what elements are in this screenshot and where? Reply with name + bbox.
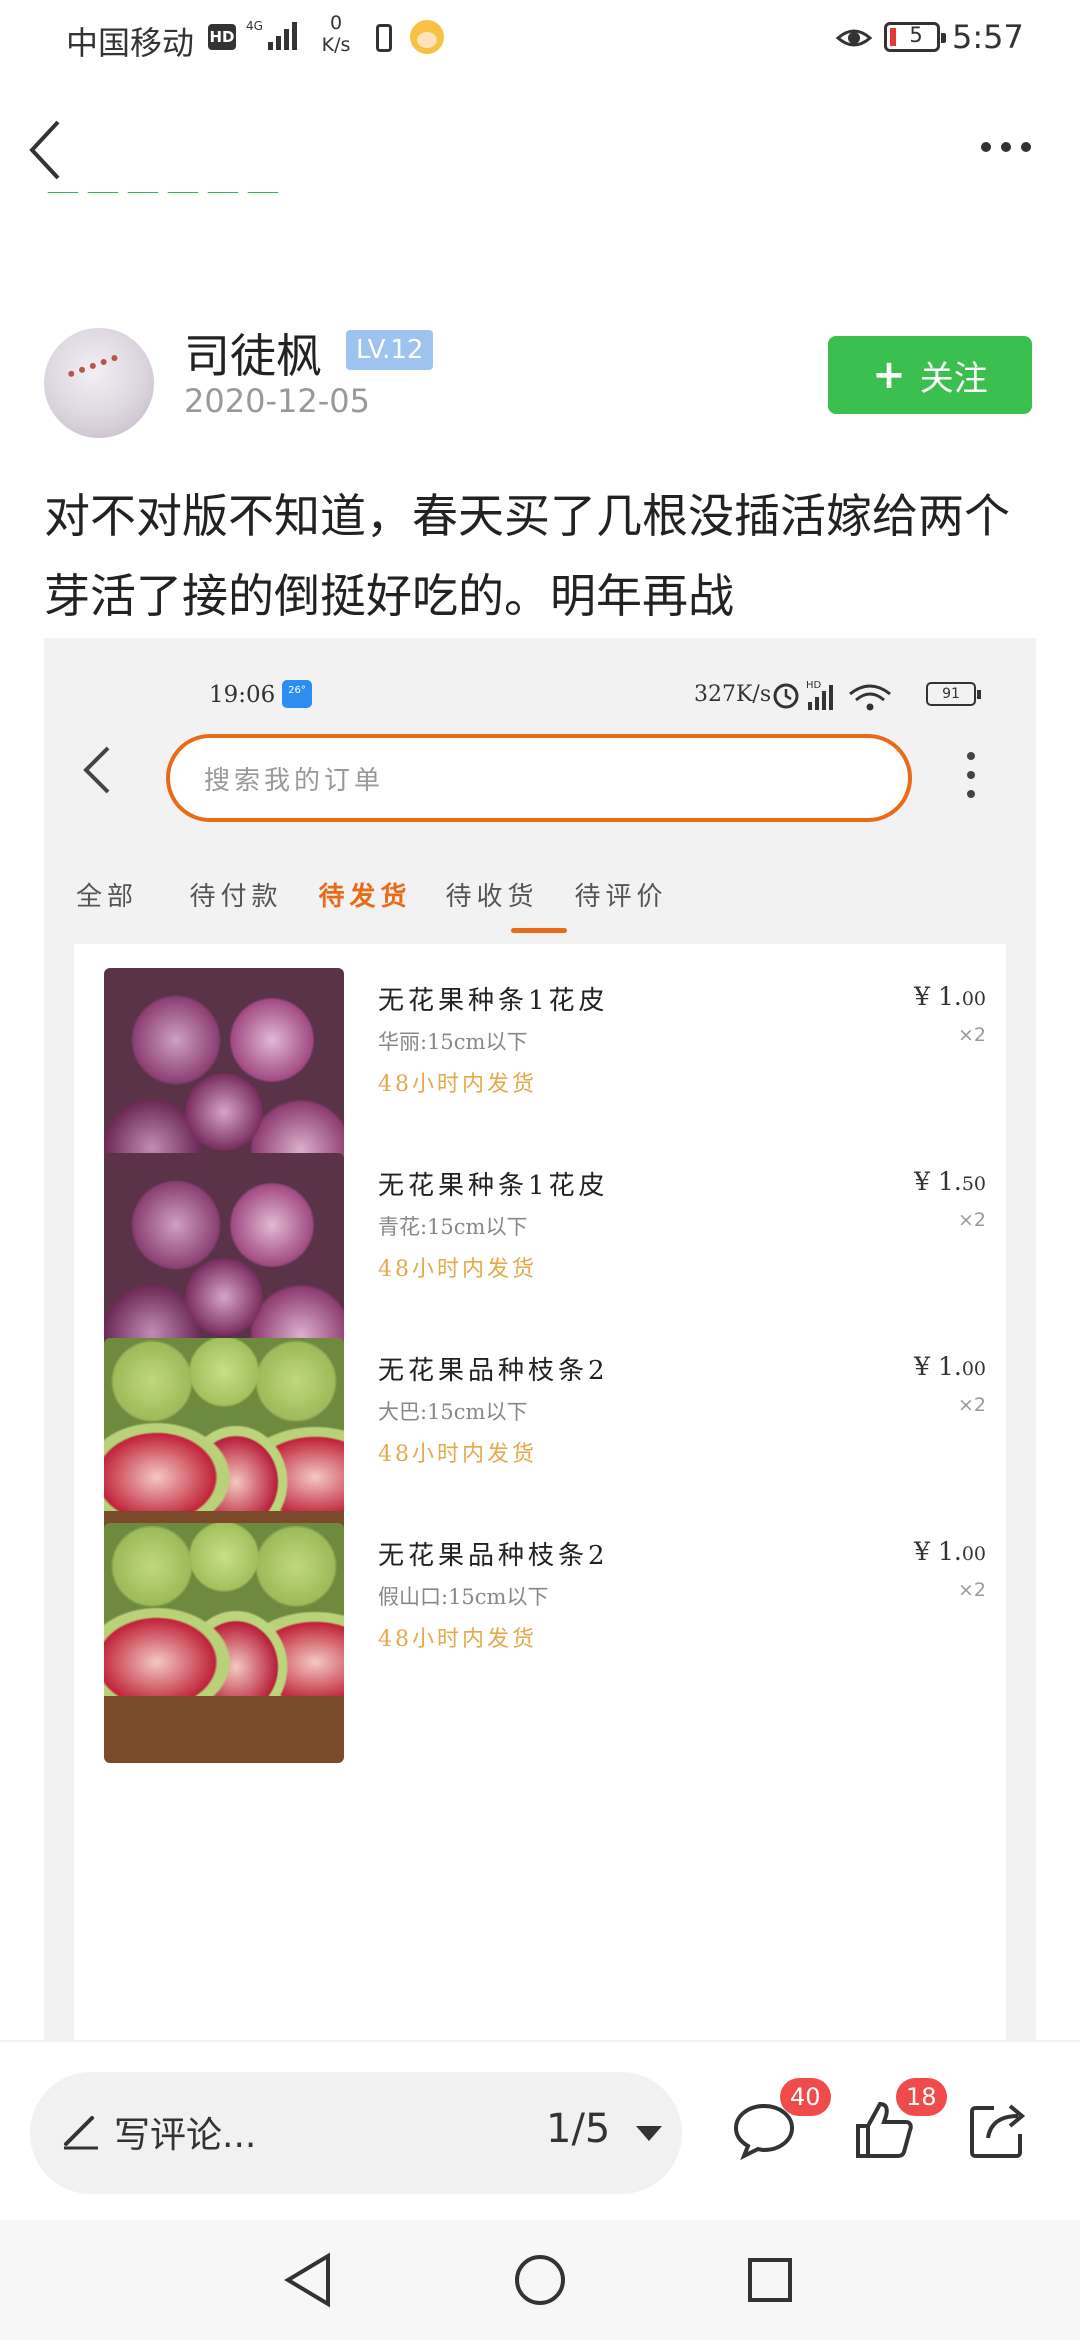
product-name: 无花果种条1花皮 — [378, 1171, 609, 1201]
weather-icon: 26° — [282, 680, 312, 708]
order-tab-to-review: 待评价 — [574, 882, 668, 912]
bottom-action-bar: 写评论... 1/5 40 18 — [0, 2040, 1080, 2220]
price-cents: 00 — [961, 988, 986, 1010]
phone-icon — [376, 24, 392, 52]
price-main: ¥ 1. — [914, 1352, 962, 1381]
product-name: 无花果品种枝条2 — [378, 1541, 609, 1571]
system-nav-bar — [0, 2220, 1080, 2340]
image-battery-icon: 91 — [926, 682, 981, 706]
product-qty: ×2 — [957, 1024, 986, 1046]
comment-placeholder: 写评论... — [114, 2115, 257, 2156]
eye-icon — [836, 29, 872, 47]
net-speed-unit: K/s — [321, 34, 351, 56]
order-item: 无花果品种枝条2 假山口:15cm以下 48小时内发货 ¥ 1.00 ×2 — [74, 1499, 1006, 1763]
avatar[interactable] — [44, 328, 154, 438]
image-more-icon — [967, 752, 975, 798]
price-main: ¥ 1. — [914, 1167, 962, 1196]
image-net-speed: 327K/s — [694, 682, 772, 707]
system-home-icon[interactable] — [508, 2248, 572, 2312]
price-cents: 00 — [961, 1358, 986, 1380]
author-name[interactable]: 司徒枫 — [184, 320, 322, 386]
follow-label: 关注 — [919, 358, 988, 399]
net-speed-value: 0 — [329, 12, 343, 34]
product-qty: ×2 — [957, 1579, 986, 1601]
author-row: 司徒枫 LV.12 2020-12-05 + 关注 — [0, 320, 1080, 450]
product-price: ¥ 1.00 — [914, 1537, 986, 1566]
system-recents-icon[interactable] — [738, 2248, 802, 2312]
order-search-input: 搜索我的订单 — [166, 734, 912, 822]
image-status-icons: HD — [773, 680, 891, 711]
image-back-icon — [83, 746, 110, 794]
net-speed: 0 K/s — [316, 12, 356, 56]
clock: 5:57 — [952, 18, 1024, 56]
price-cents: 50 — [961, 1173, 986, 1195]
image-page-indicator[interactable]: 1/5 — [546, 2106, 610, 2152]
post-text: 对不对版不知道，春天买了几根没插活嫁给两个芽活了接的倒挺好吃的。明年再战 — [44, 489, 1010, 623]
product-price: ¥ 1.00 — [914, 982, 986, 1011]
hd-badge: HD — [208, 24, 236, 50]
order-search-placeholder: 搜索我的订单 — [204, 766, 385, 796]
system-back-icon[interactable] — [278, 2248, 342, 2312]
battery-level: 5 — [909, 23, 923, 47]
comment-input[interactable]: 写评论... 1/5 — [30, 2072, 682, 2194]
post-image[interactable]: 19:06 26° 327K/s HD 91 搜索我的订单 全部 待付款 待发货… — [44, 638, 1036, 2040]
level-badge: LV.12 — [346, 330, 434, 370]
product-price: ¥ 1.50 — [914, 1167, 986, 1196]
nav-bar — [0, 100, 1080, 200]
product-spec: 华丽:15cm以下 — [378, 1030, 528, 1054]
battery-icon: 5 — [884, 22, 946, 52]
order-tabs: 全部 待付款 待发货 待收货 待评价 — [44, 876, 1036, 936]
product-name: 无花果品种枝条2 — [378, 1356, 609, 1386]
product-spec: 假山口:15cm以下 — [378, 1585, 549, 1609]
price-main: ¥ 1. — [914, 1537, 962, 1566]
order-list: 无花果种条1花皮 华丽:15cm以下 48小时内发货 ¥ 1.00 ×2 无花果… — [74, 944, 1006, 2040]
carrier-label: 中国移动 — [66, 24, 195, 62]
product-spec: 大巴:15cm以下 — [378, 1400, 528, 1424]
image-battery-level: 91 — [942, 686, 960, 702]
product-spec: 青花:15cm以下 — [378, 1215, 528, 1239]
comment-count-badge: 40 — [780, 2078, 831, 2116]
clipped-previous-text: —————— — [46, 192, 346, 216]
like-count-badge: 18 — [896, 2078, 947, 2116]
shipping-note: 48小时内发货 — [378, 1257, 537, 1282]
image-clock: 19:06 — [209, 682, 276, 708]
price-cents: 00 — [961, 1543, 986, 1565]
svg-text:HD: HD — [806, 680, 822, 691]
post-date: 2020-12-05 — [184, 382, 370, 420]
product-image-green-figs — [104, 1523, 344, 1763]
signal-icon: 4G — [246, 19, 297, 50]
product-price: ¥ 1.00 — [914, 1352, 986, 1381]
status-bar: 中国移动 HD 4G 0 K/s 5 5:57 — [0, 0, 1080, 80]
back-icon[interactable] — [26, 116, 66, 184]
product-name: 无花果种条1花皮 — [378, 986, 609, 1016]
caret-down-icon[interactable] — [636, 2126, 662, 2141]
app-notification-icon — [410, 20, 444, 54]
net-type-label: 4G — [246, 19, 263, 33]
shipping-note: 48小时内发货 — [378, 1442, 537, 1467]
plus-icon: + — [872, 352, 906, 398]
product-qty: ×2 — [957, 1394, 986, 1416]
follow-button[interactable]: + 关注 — [828, 336, 1032, 414]
pencil-icon — [64, 2116, 98, 2150]
product-qty: ×2 — [957, 1209, 986, 1231]
price-main: ¥ 1. — [914, 982, 962, 1011]
share-icon[interactable] — [966, 2098, 1030, 2162]
more-dots-icon[interactable] — [978, 136, 1034, 158]
shipping-note: 48小时内发货 — [378, 1072, 537, 1097]
active-tab-indicator — [511, 928, 567, 933]
shipping-note: 48小时内发货 — [378, 1627, 537, 1652]
